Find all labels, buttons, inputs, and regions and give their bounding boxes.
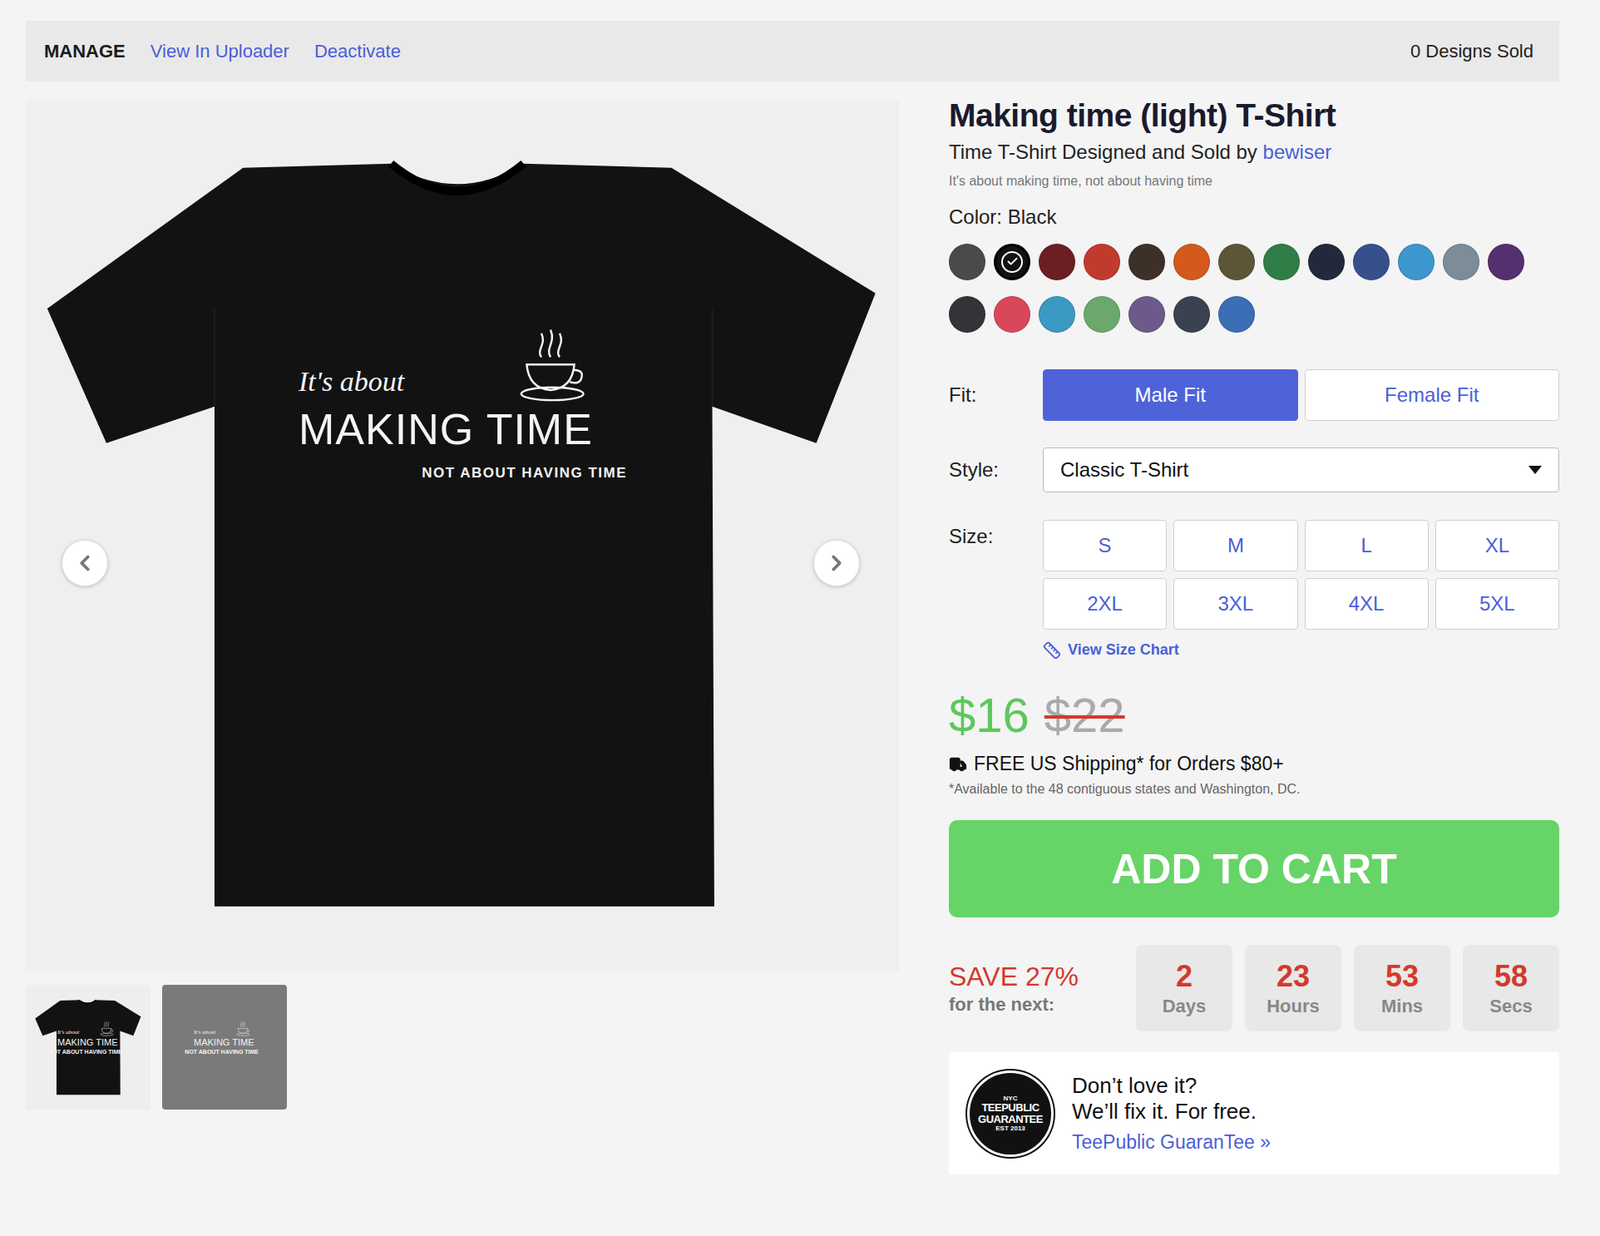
coffee-cup-icon [235, 1020, 251, 1037]
shipping-note: *Available to the 48 contiguous states a… [948, 781, 1560, 797]
design-tagline: NOT ABOUT HAVING TIME [421, 464, 628, 482]
countdown-box: 58Secs [1462, 944, 1560, 1032]
design-tagline: NOT ABOUT HAVING TIME [48, 1048, 123, 1055]
style-label: Style: [948, 458, 1043, 482]
color-swatches [948, 243, 1560, 333]
color-swatch[interactable] [1442, 243, 1480, 281]
color-swatch[interactable] [1263, 243, 1300, 281]
countdown-box: 23Hours [1244, 944, 1342, 1032]
product-page: MANAGE View In Uploader Deactivate 0 Design… [25, 20, 1560, 1175]
size-label: Size: [948, 519, 1043, 549]
chevron-right-icon [824, 550, 850, 576]
designs-sold: 0 Designs Sold [1410, 40, 1534, 63]
color-swatch[interactable] [948, 296, 986, 333]
countdown-box: 53Mins [1353, 944, 1451, 1032]
manage-title: MANAGE [44, 40, 126, 63]
color-swatch[interactable] [1038, 296, 1076, 333]
color-swatch[interactable] [993, 243, 1031, 281]
fit-row: Fit:Male FitFemale Fit [948, 369, 1560, 421]
chevron-left-icon [72, 550, 98, 576]
color-swatch[interactable] [1173, 296, 1210, 333]
color-swatch[interactable] [1218, 243, 1255, 281]
countdown-box: 2Days [1135, 944, 1233, 1032]
shirt-design: It's aboutMAKING TIMENOT ABOUT HAVING TI… [193, 1017, 259, 1055]
shirt-design: It's aboutMAKING TIMENOT ABOUT HAVING TI… [57, 1017, 123, 1055]
fit-button[interactable]: Male Fit [1042, 369, 1299, 421]
color-swatch[interactable] [993, 296, 1031, 333]
shirt-design: It's aboutMAKING TIME NOT ABOUT HAVING TI… [298, 322, 628, 482]
product-title: Making time (light) T-Shirt [948, 96, 1560, 136]
color-swatch[interactable] [948, 243, 986, 281]
color-swatch[interactable] [1038, 243, 1076, 281]
color-swatch[interactable] [1397, 243, 1435, 281]
tshirt-icon [39, 155, 886, 916]
guarantee-line: Don’t love it? [1071, 1072, 1271, 1099]
thumbnail[interactable]: It's aboutMAKING TIMENOT ABOUT HAVING TI… [162, 984, 287, 1110]
color-swatch[interactable] [1128, 296, 1166, 333]
next-image-button[interactable] [813, 539, 860, 587]
color-swatch[interactable] [1173, 243, 1210, 281]
design-headline: MAKING TIME [57, 1037, 123, 1047]
color-swatch[interactable] [1083, 243, 1121, 281]
fit-button[interactable]: Female Fit [1304, 369, 1561, 421]
design-script-text: It's about [57, 1028, 80, 1037]
color-swatch[interactable] [1353, 243, 1390, 281]
size-chart-link[interactable]: View Size Chart [1042, 641, 1560, 660]
manage-link[interactable]: View In Uploader [150, 40, 290, 63]
guarantee-badge: NYCTEEPUBLICGUARANTEEEST 2013 [967, 1070, 1054, 1157]
fit-label: Fit: [948, 383, 1043, 407]
previous-image-button[interactable] [61, 539, 109, 587]
manage-link[interactable]: Deactivate [314, 40, 401, 63]
thumbnail-row: It's aboutMAKING TIMENOT ABOUT HAVING TI… [25, 984, 899, 1110]
size-button[interactable]: L [1304, 519, 1429, 572]
color-swatch[interactable] [1128, 243, 1166, 281]
size-button[interactable]: 4XL [1304, 577, 1429, 630]
size-row: Size:SMLXL 2XL3XL4XL5XL [948, 519, 1560, 630]
sale-subline: for the next: [948, 993, 1124, 1016]
color-swatch[interactable] [1083, 296, 1121, 333]
color-swatch[interactable] [1218, 296, 1255, 333]
size-button[interactable]: 3XL [1173, 577, 1298, 630]
ruler-icon [1042, 641, 1062, 660]
guarantee-card: NYCTEEPUBLICGUARANTEEEST 2013 Don’t love … [948, 1051, 1560, 1175]
byline: Time T-Shirt Designed and Sold by bewise… [948, 140, 1560, 164]
guarantee-line: We’ll fix it. For free. [1071, 1098, 1271, 1125]
style-select[interactable]: Classic T-Shirt [1042, 447, 1560, 493]
sale-countdown: SAVE 27%for the next: 2Days23Hours53Mins5… [948, 944, 1560, 1032]
design-script-text: It's about [193, 1028, 216, 1037]
designer-link[interactable]: bewiser [1263, 140, 1333, 163]
coffee-cup-icon [513, 325, 588, 403]
original-price: $22 [1044, 687, 1126, 744]
design-headline: MAKING TIME [193, 1037, 259, 1047]
size-button[interactable]: S [1042, 519, 1167, 572]
shipping-info: FREE US Shipping* for Orders $80+ [948, 752, 1560, 776]
coffee-cup-icon [98, 1020, 114, 1037]
gallery: It's aboutMAKING TIMENOT ABOUT HAVING TI… [25, 99, 899, 1175]
check-icon [1006, 255, 1019, 268]
product-details: Making time (light) T-Shirt Time T-Shirt … [948, 99, 1560, 1175]
thumbnail[interactable]: It's aboutMAKING TIMENOT ABOUT HAVING TI… [25, 984, 151, 1110]
color-swatch[interactable] [1308, 243, 1345, 281]
design-script-text: It's about [298, 365, 405, 403]
guarantee-link[interactable]: TeePublic GuaranTee » [1071, 1130, 1271, 1155]
product-description: It's about making time, not about having… [948, 173, 1560, 189]
design-tagline: NOT ABOUT HAVING TIME [184, 1048, 259, 1055]
size-button[interactable]: 5XL [1435, 577, 1560, 630]
truck-icon [948, 755, 968, 774]
style-row: Style:Classic T-Shirt [948, 447, 1560, 493]
color-label: Color: Black [948, 205, 1560, 229]
sale-headline: SAVE 27% [948, 961, 1124, 993]
add-to-cart-button[interactable]: ADD TO CART [948, 819, 1560, 918]
price: $16$22 [948, 687, 1560, 744]
size-button[interactable]: 2XL [1042, 577, 1167, 630]
size-button[interactable]: XL [1435, 519, 1560, 572]
dropdown-caret-icon [1528, 465, 1542, 475]
size-button[interactable]: M [1173, 519, 1298, 572]
design-headline: MAKING TIME [298, 405, 628, 454]
color-swatch[interactable] [1487, 243, 1525, 281]
main-area: It's aboutMAKING TIMENOT ABOUT HAVING TI… [25, 99, 1560, 1175]
current-price: $16 [948, 687, 1030, 744]
manage-bar: MANAGE View In Uploader Deactivate 0 Design… [25, 20, 1560, 82]
product-image: It's aboutMAKING TIME NOT ABOUT HAVING TI… [25, 99, 899, 972]
